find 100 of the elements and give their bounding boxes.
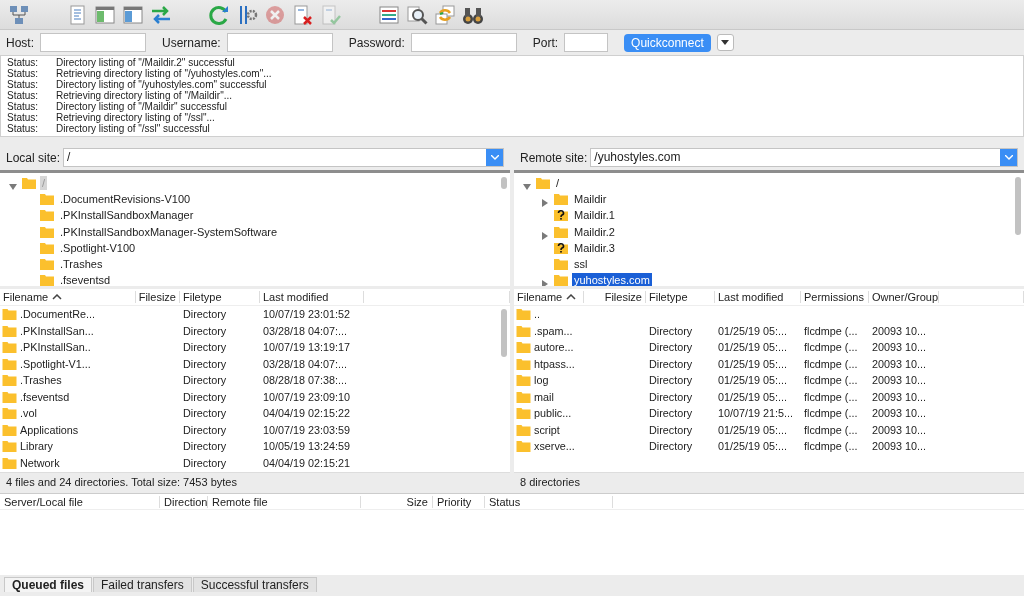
- tree-item[interactable]: .Spotlight-V100: [58, 240, 138, 255]
- table-cell-text: flcdmpe (...: [803, 323, 859, 339]
- tree-item[interactable]: ssl: [572, 257, 590, 272]
- tree-item[interactable]: /: [554, 176, 562, 191]
- table-cell-text: 20093 10...: [871, 323, 928, 339]
- file-row[interactable]: mail Directory 01/25/19 05:... flcdmpe (... 20093 10...: [514, 388, 1024, 405]
- dropdown-button[interactable]: [716, 34, 734, 51]
- file-name: ..: [534, 307, 540, 323]
- table-cell-text: 20093 10...: [871, 389, 928, 405]
- file-row[interactable]: .PKInstallSan... Directory 03/28/18 04:07:...: [0, 322, 510, 339]
- file-name: .PKInstallSan..: [20, 340, 91, 356]
- tree-item[interactable]: .fseventsd: [58, 273, 113, 286]
- path-combobox[interactable]: /: [63, 148, 504, 167]
- table-cell-text: 10/07/19 23:09:10: [262, 389, 352, 405]
- column-header[interactable]: Filetype: [646, 291, 715, 303]
- column-header[interactable]: Direction: [160, 495, 208, 508]
- tree-item[interactable]: .Trashes: [58, 257, 105, 272]
- file-name: log: [534, 373, 549, 389]
- file-name: xserve...: [534, 439, 575, 455]
- tree-item[interactable]: Maildir.3: [572, 240, 617, 255]
- file-row[interactable]: public... Directory 10/07/19 21:5... flcdmpe (... 20093 10...: [514, 405, 1024, 422]
- input-field[interactable]: [410, 33, 517, 52]
- table-cell-text: 01/25/19 05:...: [717, 389, 789, 405]
- input-field[interactable]: [564, 33, 609, 52]
- queue-tab[interactable]: Successful transfers: [192, 577, 317, 592]
- tree-item[interactable]: Maildir: [572, 192, 609, 207]
- log-label: Status:: [7, 101, 40, 112]
- column-header[interactable]: Remote file: [208, 495, 361, 508]
- input-field[interactable]: [226, 33, 333, 52]
- file-row[interactable]: .DocumentRe... Directory 10/07/19 23:01:52: [0, 306, 510, 323]
- log-message: Directory listing of "/ssl" successful: [56, 123, 210, 134]
- table-cell-text: Directory: [182, 307, 228, 323]
- column-header[interactable]: Status: [485, 495, 613, 508]
- table-cell-text: Directory: [182, 455, 228, 471]
- tree-item[interactable]: .DocumentRevisions-V100: [58, 192, 193, 207]
- file-name: .fseventsd: [20, 389, 70, 405]
- table-cell-text: Directory: [648, 356, 694, 372]
- queue-tab[interactable]: Failed transfers: [93, 577, 192, 592]
- file-row[interactable]: xserve... Directory 01/25/19 05:... flcdmpe (... 20093 10...: [514, 438, 1024, 455]
- file-name: autore...: [534, 340, 574, 356]
- file-row[interactable]: .fseventsd Directory 10/07/19 23:09:10: [0, 388, 510, 405]
- table-cell-text: 20093 10...: [871, 406, 928, 422]
- file-row[interactable]: .vol Directory 04/04/19 02:15:22: [0, 405, 510, 422]
- column-header[interactable]: Size: [361, 495, 433, 508]
- folder-icon: [516, 440, 531, 453]
- input-field[interactable]: [40, 33, 146, 52]
- file-row[interactable]: Applications Directory 10/07/19 23:03:59: [0, 421, 510, 438]
- file-row[interactable]: ..: [514, 306, 1024, 323]
- table-cell-text: 20093 10...: [871, 356, 928, 372]
- file-row[interactable]: Library Directory 10/05/19 13:24:59: [0, 438, 510, 455]
- table-cell-text: Directory: [182, 389, 228, 405]
- column-header[interactable]: Filesize: [584, 291, 646, 303]
- table-cell-text: 10/07/19 13:19:17: [262, 340, 352, 356]
- site-label: Remote site:: [520, 149, 588, 167]
- column-header[interactable]: Priority: [433, 495, 485, 508]
- file-row[interactable]: .Trashes Directory 08/28/18 07:38:...: [0, 372, 510, 389]
- column-header[interactable]: Filesize: [136, 291, 180, 303]
- column-header[interactable]: Owner/Group: [869, 291, 939, 303]
- file-name: Library: [20, 439, 53, 455]
- caret-icon: [721, 40, 730, 45]
- tree-item[interactable]: .PKInstallSandboxManager: [58, 208, 196, 223]
- caret-icon: [1004, 155, 1013, 160]
- column-header[interactable]: Filetype: [180, 291, 260, 303]
- column-header[interactable]: Server/Local file: [0, 495, 160, 508]
- table-cell-text: 20093 10...: [871, 439, 928, 455]
- folder-icon: [516, 308, 531, 321]
- table-cell-text: 04/04/19 02:15:22: [262, 406, 352, 422]
- table-cell-text: Directory: [182, 340, 228, 356]
- column-header[interactable]: Filename: [0, 291, 136, 303]
- folder-icon: [2, 341, 17, 354]
- file-name: mail: [534, 389, 554, 405]
- queue-tab[interactable]: Queued files: [4, 577, 93, 592]
- table-cell-text: Directory: [182, 422, 228, 438]
- folder-icon: [2, 423, 17, 436]
- path-combobox[interactable]: /yuhostyles.com: [590, 148, 1018, 167]
- file-row[interactable]: .Spotlight-V1... Directory 03/28/18 04:07:...: [0, 355, 510, 372]
- file-row[interactable]: script Directory 01/25/19 05:... flcdmpe (... 20093 10...: [514, 421, 1024, 438]
- column-header[interactable]: Last modified: [260, 291, 364, 303]
- column-header[interactable]: Filename: [514, 291, 584, 303]
- folder-icon: [516, 423, 531, 436]
- table-cell-text: 20093 10...: [871, 373, 928, 389]
- table-cell-text: 10/05/19 13:24:59: [262, 439, 352, 455]
- tree-item[interactable]: .PKInstallSandboxManager-SystemSoftware: [58, 224, 280, 239]
- caret-icon: [490, 155, 499, 160]
- file-row[interactable]: log Directory 01/25/19 05:... flcdmpe (... 20093 10...: [514, 372, 1024, 389]
- field-label: Host:: [6, 34, 34, 52]
- table-cell-text: 08/28/18 07:38:...: [262, 373, 349, 389]
- file-row[interactable]: .spam... Directory 01/25/19 05:... flcdmpe (... 20093 10...: [514, 322, 1024, 339]
- tree-item[interactable]: yuhostyles.com: [572, 273, 652, 286]
- table-cell-text: 01/25/19 05:...: [717, 340, 789, 356]
- column-header[interactable]: Permissions: [801, 291, 869, 303]
- file-row[interactable]: Network Directory 04/04/19 02:15:21: [0, 454, 510, 471]
- tree-item[interactable]: Maildir.1: [572, 208, 617, 223]
- file-row[interactable]: autore... Directory 01/25/19 05:... flcdmpe (... 20093 10...: [514, 339, 1024, 356]
- table-cell-text: 10/07/19 23:03:59: [262, 422, 352, 438]
- file-row[interactable]: htpass... Directory 01/25/19 05:... flcdmpe (... 20093 10...: [514, 355, 1024, 372]
- log-message: Retrieving directory listing of "/Maildir"...: [56, 90, 233, 101]
- column-header[interactable]: Last modified: [715, 291, 801, 303]
- tree-item[interactable]: Maildir.2: [572, 224, 617, 239]
- file-row[interactable]: .PKInstallSan.. Directory 10/07/19 13:19:17: [0, 339, 510, 356]
